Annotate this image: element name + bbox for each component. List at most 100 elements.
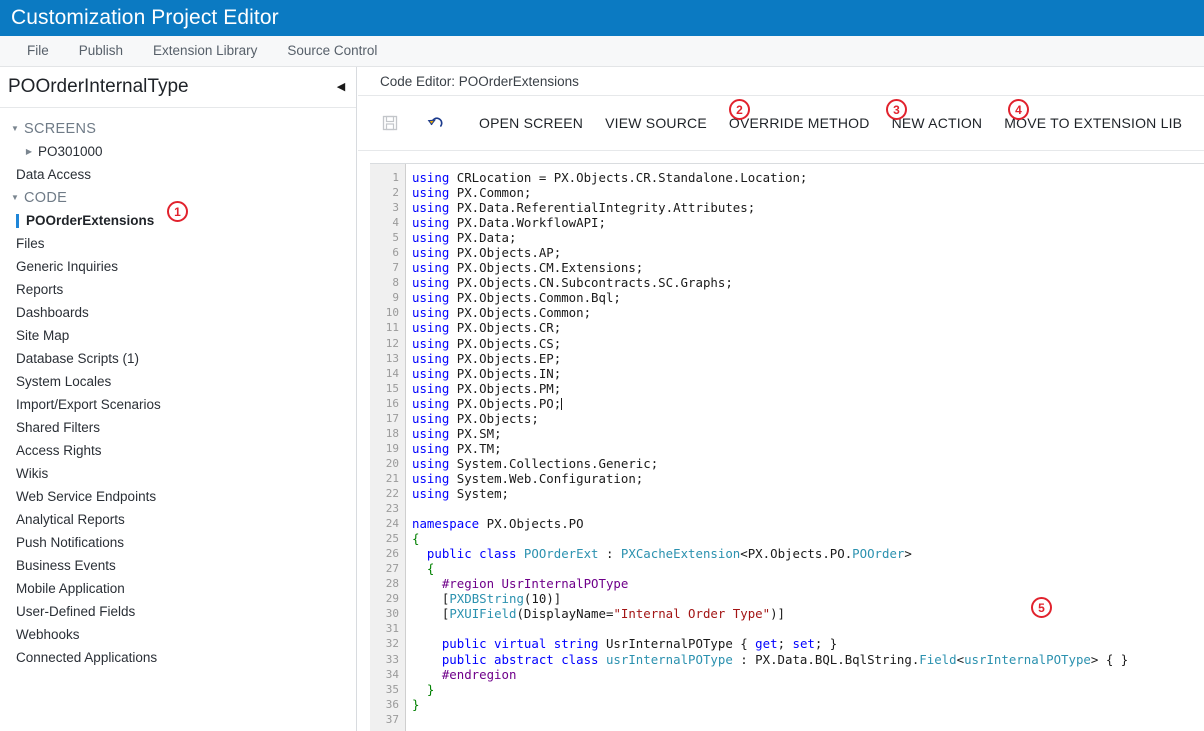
- line-number: 16: [385, 396, 399, 410]
- line-number: 25: [385, 532, 399, 546]
- code-token: using: [412, 470, 457, 486]
- tree-item-mobile-application[interactable]: Mobile Application: [0, 577, 356, 600]
- tree-item-generic-inquiries[interactable]: Generic Inquiries: [0, 255, 356, 278]
- tree-item-label: Shared Filters: [16, 420, 101, 435]
- code-token: [: [412, 591, 450, 607]
- code-token: get: [755, 636, 778, 652]
- tree-item-wikis[interactable]: Wikis: [0, 462, 356, 485]
- tree-item-label: Site Map: [16, 328, 70, 343]
- line-number-gutter: 1 2 3 4 5 6 7 8 9 10 11 12 13 14 15 16 17 18 19 20 21 22 23 24 2…: [370, 164, 406, 731]
- tree-item-webhooks[interactable]: Webhooks: [0, 623, 356, 646]
- tree-item-screens[interactable]: ▼ SCREENS: [0, 117, 356, 140]
- code-token: namespace: [412, 516, 487, 532]
- code-line: using PX.Objects.CR;: [412, 320, 1204, 335]
- tree-item-label: PO301000: [38, 144, 103, 159]
- tree-item-label: Generic Inquiries: [16, 259, 119, 274]
- line-number: 14: [385, 366, 399, 380]
- code-token: using: [412, 245, 457, 261]
- tree-item-label: Wikis: [16, 466, 49, 481]
- tree-item-system-locales[interactable]: System Locales: [0, 370, 356, 393]
- tree-item-push-notifications[interactable]: Push Notifications: [0, 531, 356, 554]
- code-text-area[interactable]: using CRLocation = PX.Objects.CR.Standal…: [406, 164, 1204, 731]
- tree-group-label: SCREENS: [24, 120, 97, 137]
- line-number: 8: [392, 276, 399, 290]
- code-token: ;: [777, 636, 793, 652]
- code-token: <: [956, 651, 965, 667]
- code-token: PX.Objects.PO;: [456, 395, 562, 411]
- tree-item-reports[interactable]: Reports: [0, 278, 356, 301]
- tree-item-data-access[interactable]: Data Access: [0, 163, 356, 186]
- toolbar-button-override-method[interactable]: OVERRIDE METHOD: [718, 115, 881, 131]
- line-number: 30: [385, 607, 399, 621]
- tree-item-label: Data Access: [16, 167, 92, 182]
- code-token: using: [412, 455, 457, 471]
- line-number: 7: [392, 261, 399, 275]
- tree-item-label: Webhooks: [16, 627, 80, 642]
- caret-down-icon[interactable]: ▼: [8, 193, 22, 202]
- tree-item-label: User-Defined Fields: [16, 604, 136, 619]
- toolbar-button-new-action[interactable]: NEW ACTION: [881, 115, 994, 131]
- caret-down-icon[interactable]: ▼: [8, 124, 22, 133]
- code-token: PX.Objects.CN.Subcontracts.SC.Graphs;: [456, 275, 733, 291]
- code-token: UsrInternalPOType {: [605, 636, 756, 652]
- code-line: {: [412, 531, 1204, 546]
- tree-item-po301000[interactable]: ▶ PO301000: [0, 140, 356, 163]
- code-token: using: [412, 380, 457, 396]
- code-token: #region UsrInternalPOType: [441, 576, 629, 592]
- line-number: 9: [392, 291, 399, 305]
- line-number: 18: [385, 426, 399, 440]
- tree-item-label: POOrderExtensions: [26, 213, 155, 228]
- code-line: using PX.Objects.PM;: [412, 381, 1204, 396]
- menu-item-file[interactable]: File: [12, 36, 64, 66]
- line-number: 36: [385, 697, 399, 711]
- tree-item-business-events[interactable]: Business Events: [0, 554, 356, 577]
- tree-item-poorderextensions[interactable]: POOrderExtensions: [0, 209, 356, 232]
- code-token: (DisplayName=: [516, 606, 614, 622]
- code-token: using: [412, 335, 457, 351]
- menu-item-extension-library[interactable]: Extension Library: [138, 36, 272, 66]
- code-token: using: [412, 230, 457, 246]
- code-token: using: [412, 200, 457, 216]
- code-line: using PX.Data;: [412, 230, 1204, 245]
- code-line: }: [412, 697, 1204, 712]
- line-number: 23: [385, 502, 399, 516]
- code-token: using: [412, 215, 457, 231]
- code-token: PX.Objects.CM.Extensions;: [456, 260, 644, 276]
- selection-indicator: [16, 213, 19, 228]
- line-number: 28: [385, 577, 399, 591]
- menu-item-source-control[interactable]: Source Control: [272, 36, 392, 66]
- code-token: )]: [770, 606, 786, 622]
- tree-item-label: Connected Applications: [16, 650, 158, 665]
- tree-item-connected-applications[interactable]: Connected Applications: [0, 646, 356, 669]
- collapse-panel-button[interactable]: ◀: [326, 67, 356, 107]
- line-number: 19: [385, 441, 399, 455]
- code-line: [PXDBString(10)]: [412, 591, 1204, 606]
- save-button[interactable]: [370, 103, 410, 143]
- tree-item-web-service-endpoints[interactable]: Web Service Endpoints: [0, 485, 356, 508]
- toolbar-button-view-source[interactable]: VIEW SOURCE: [594, 115, 718, 131]
- tree-item-user-defined-fields[interactable]: User-Defined Fields: [0, 600, 356, 623]
- tree-item-code[interactable]: ▼ CODE: [0, 186, 356, 209]
- tree-item-access-rights[interactable]: Access Rights: [0, 439, 356, 462]
- code-editor[interactable]: 1 2 3 4 5 6 7 8 9 10 11 12 13 14 15 16 17 18 19 20 21 22 23 24 2…: [370, 163, 1204, 731]
- toolbar-button-move-to-extension-lib[interactable]: MOVE TO EXTENSION LIB: [993, 115, 1193, 131]
- line-number: 2: [392, 186, 399, 200]
- tree-item-database-scripts-1[interactable]: Database Scripts (1): [0, 347, 356, 370]
- undo-button[interactable]: [416, 103, 456, 143]
- code-token: using: [412, 350, 457, 366]
- tree-item-dashboards[interactable]: Dashboards: [0, 301, 356, 324]
- caret-right-icon[interactable]: ▶: [22, 147, 36, 156]
- line-number: 13: [385, 351, 399, 365]
- code-token: PX.TM;: [456, 440, 502, 456]
- tree-item-label: Dashboards: [16, 305, 89, 320]
- tree-item-shared-filters[interactable]: Shared Filters: [0, 416, 356, 439]
- tree-item-site-map[interactable]: Site Map: [0, 324, 356, 347]
- tree-item-import-export-scenarios[interactable]: Import/Export Scenarios: [0, 393, 356, 416]
- tree-item-analytical-reports[interactable]: Analytical Reports: [0, 508, 356, 531]
- tree-item-files[interactable]: Files: [0, 232, 356, 255]
- toolbar-button-open-screen[interactable]: OPEN SCREEN: [468, 115, 594, 131]
- menu-item-publish[interactable]: Publish: [64, 36, 138, 66]
- code-token: PX.Objects.AP;: [456, 245, 562, 261]
